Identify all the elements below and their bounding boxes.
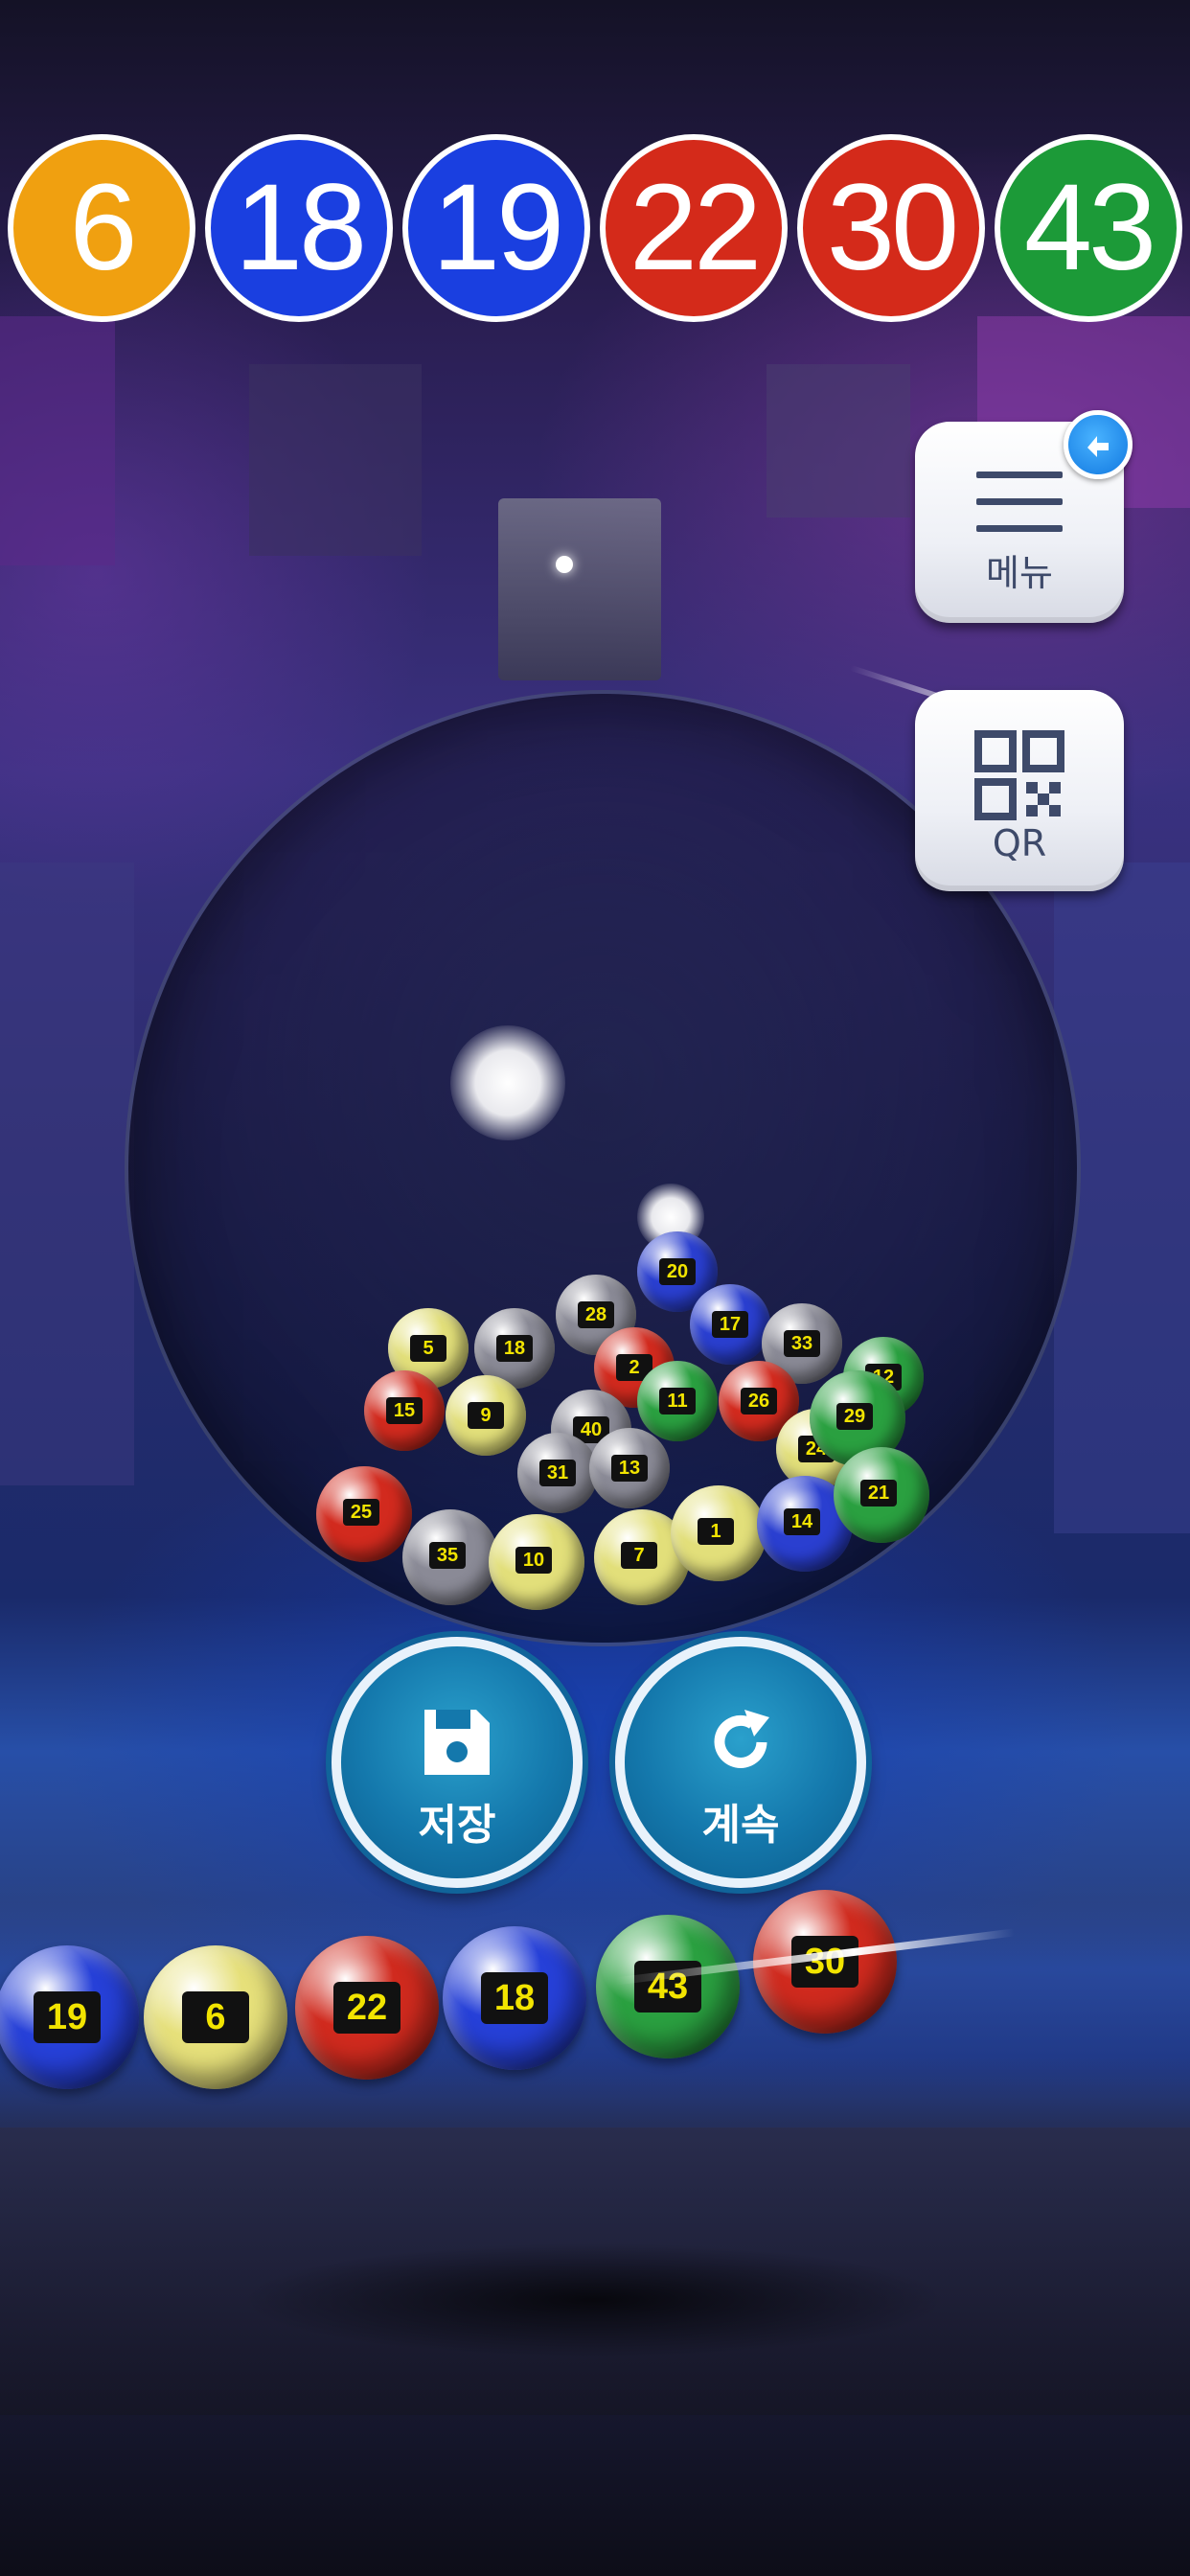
track-ball-number: 19 (34, 1991, 101, 2043)
drum-ball-number: 28 (578, 1301, 614, 1328)
background-block (249, 364, 422, 556)
track-ball-number: 18 (481, 1972, 548, 2024)
drum-ball-number: 14 (784, 1508, 820, 1535)
menu-button-label: 메뉴 (986, 552, 1053, 594)
chute-light (556, 556, 573, 573)
drum-ball-number: 18 (496, 1335, 533, 1362)
drum-ball-number: 15 (386, 1397, 423, 1424)
drawn-number-ball: 19 (402, 134, 590, 322)
machine-base (240, 2242, 949, 2358)
background-block (767, 364, 910, 518)
drum-ball-number: 11 (659, 1388, 696, 1414)
drum-ball-number: 25 (343, 1499, 379, 1526)
drum-ball-number: 5 (410, 1335, 446, 1362)
continue-button[interactable]: 계속 (615, 1637, 866, 1888)
drum-ball-number: 31 (539, 1460, 576, 1486)
drum-ball: 13 (589, 1428, 670, 1508)
drawn-number-ball: 22 (600, 134, 788, 322)
drum-ball-number: 10 (515, 1547, 552, 1574)
drawn-number-ball: 43 (995, 134, 1182, 322)
drum-ball: 11 (637, 1361, 718, 1441)
save-button-label: 저장 (418, 1801, 496, 1850)
track-ball-number: 6 (182, 1991, 249, 2043)
drum-ball: 21 (834, 1447, 929, 1543)
drum-ball-number: 1 (698, 1518, 734, 1545)
refresh-badge-icon (1064, 410, 1133, 479)
drum-ball: 1 (671, 1485, 767, 1581)
background-block (0, 316, 115, 565)
drum-ball-number: 21 (860, 1480, 897, 1506)
track-ball-number: 22 (333, 1982, 400, 2034)
drum-ball: 17 (690, 1284, 770, 1365)
drum-ball-number: 7 (621, 1542, 657, 1569)
drum-ball-number: 20 (659, 1258, 696, 1285)
track-ball: 43 (596, 1915, 740, 2058)
drum-ball-number: 35 (429, 1542, 466, 1569)
drum-ball-number: 17 (712, 1311, 748, 1338)
ball-chute (498, 498, 661, 680)
qr-code-icon (974, 730, 1064, 820)
qr-button-label: QR (992, 822, 1047, 864)
drum-ball: 15 (364, 1370, 445, 1451)
drum-ball-number: 33 (784, 1330, 820, 1357)
drum-ball-number: 13 (611, 1455, 648, 1482)
qr-button[interactable]: QR (915, 690, 1124, 891)
track-ball: 22 (295, 1936, 439, 2080)
lottery-draw-screen: 2028173351821215940112631132435107114252… (0, 0, 1190, 2576)
drum-ball: 25 (316, 1466, 412, 1562)
drum-glare (450, 1025, 565, 1140)
drum-ball: 9 (446, 1375, 526, 1456)
drum-ball: 35 (402, 1509, 498, 1605)
save-button[interactable]: 저장 (332, 1637, 583, 1888)
track-ball: 19 (0, 1945, 139, 2089)
drum-ball-number: 26 (741, 1388, 777, 1414)
drum-ball-number: 29 (836, 1403, 873, 1430)
drum-ball: 10 (489, 1514, 584, 1610)
hamburger-icon (976, 472, 1063, 533)
drawn-number-ball: 18 (205, 134, 393, 322)
drum-ball: 31 (517, 1433, 598, 1513)
refresh-icon (714, 1710, 769, 1768)
floppy-disk-icon (424, 1710, 490, 1775)
track-ball: 6 (144, 1945, 287, 2089)
continue-button-label: 계속 (701, 1801, 780, 1850)
background-block (0, 862, 134, 1485)
drawn-number-ball: 6 (8, 134, 195, 322)
track-ball: 18 (443, 1926, 586, 2070)
drum-ball-number: 9 (468, 1402, 504, 1429)
drawn-number-ball: 30 (797, 134, 985, 322)
drawn-numbers-row: 6 18 19 22 30 43 (0, 134, 1190, 326)
